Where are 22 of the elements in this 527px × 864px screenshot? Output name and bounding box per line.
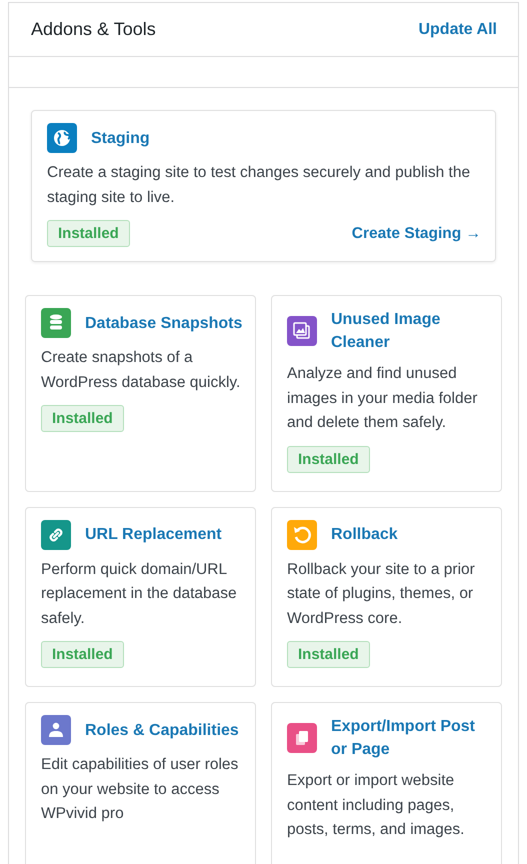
- installed-badge: Installed: [41, 641, 124, 668]
- installed-badge: Installed: [287, 446, 370, 472]
- tool-description: Edit capabilities of user roles on your website to access WPvivid pro: [41, 755, 240, 824]
- tool-description: Rollback your site to a prior state of plugins, themes, or WordPress core.: [287, 560, 476, 628]
- installed-badge: Installed: [41, 405, 124, 432]
- tool-description: Perform quick domain/URL replacement in the database safely.: [41, 560, 238, 628]
- installed-badge: Installed: [47, 220, 130, 247]
- tool-description: Analyze and find unused images in your media folder and delete them safely.: [287, 364, 478, 433]
- tool-title-link[interactable]: Roles & Capabilities: [85, 718, 239, 742]
- tool-title-link[interactable]: Database Snapshots: [85, 312, 242, 334]
- tool-title-link[interactable]: Rollback: [331, 523, 398, 546]
- tool-description: Create snapshots of a WordPress database quickly.: [41, 348, 242, 392]
- tool-title-link[interactable]: Staging: [91, 126, 150, 150]
- tool-description: Create a staging site to test changes securely and publish the staging site to live.: [47, 163, 472, 208]
- tool-description: Export or import website content including pages, posts, terms, and images.: [287, 771, 466, 840]
- tool-title-link[interactable]: Export/Import Post or Page: [331, 715, 489, 761]
- create-staging-link[interactable]: Create Staging →: [352, 224, 481, 242]
- update-all-link[interactable]: Update All: [418, 20, 497, 38]
- tool-title-link[interactable]: Unused Image Cleaner: [331, 308, 489, 354]
- installed-badge: Installed: [287, 641, 370, 668]
- tool-title-link[interactable]: URL Replacement: [85, 523, 222, 546]
- panel-title: Addons & Tools: [31, 19, 156, 40]
